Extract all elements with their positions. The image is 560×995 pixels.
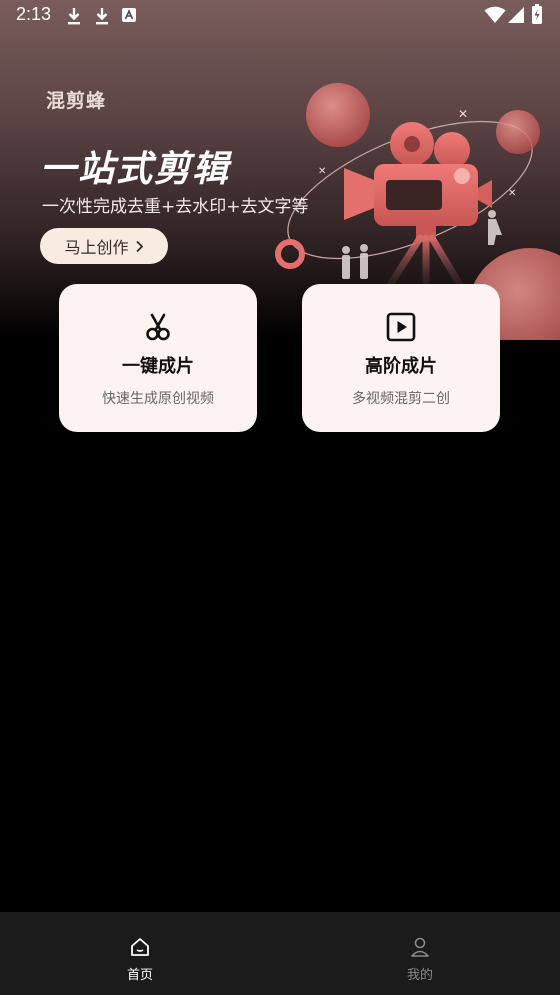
download-icon xyxy=(68,8,80,25)
chevron-right-icon xyxy=(135,240,143,252)
scissors-icon xyxy=(146,313,170,341)
svg-text:✕: ✕ xyxy=(458,107,468,121)
brand-logo-text: 混剪蜂 xyxy=(46,90,107,112)
play-square-icon xyxy=(386,312,416,342)
card-one-click-video[interactable]: 一键成片 快速生成原创视频 xyxy=(59,284,257,432)
cta-label: 马上创作 xyxy=(64,238,129,257)
font-a-icon xyxy=(122,8,136,22)
wifi-icon xyxy=(484,6,506,23)
status-bar: 2:13 xyxy=(0,0,560,32)
card-title: 高阶成片 xyxy=(365,356,437,377)
card-subtitle: 快速生成原创视频 xyxy=(102,391,214,407)
battery-charging-icon xyxy=(532,4,542,24)
nav-item-profile[interactable]: 我的 xyxy=(280,912,560,995)
signal-icon xyxy=(508,7,524,23)
user-icon xyxy=(411,937,429,957)
bottom-navigation: 首页 我的 xyxy=(0,912,560,995)
card-advanced-video[interactable]: 高阶成片 多视频混剪二创 xyxy=(302,284,500,432)
svg-text:✕: ✕ xyxy=(318,166,326,177)
status-time: 2:13 xyxy=(16,4,52,24)
hero-title: 一站式剪辑 xyxy=(40,149,231,190)
card-title: 一键成片 xyxy=(122,356,194,377)
start-creating-button[interactable]: 马上创作 xyxy=(40,228,168,264)
nav-label-profile: 我的 xyxy=(406,968,433,983)
nav-item-home[interactable]: 首页 xyxy=(0,912,280,995)
download-icon xyxy=(96,8,108,25)
card-subtitle: 多视频混剪二创 xyxy=(352,391,450,407)
home-icon xyxy=(131,938,149,956)
nav-label-home: 首页 xyxy=(126,968,153,983)
svg-text:✕: ✕ xyxy=(508,188,516,199)
hero-subtitle: 一次性完成去重+去水印+去文字等 xyxy=(42,197,309,217)
